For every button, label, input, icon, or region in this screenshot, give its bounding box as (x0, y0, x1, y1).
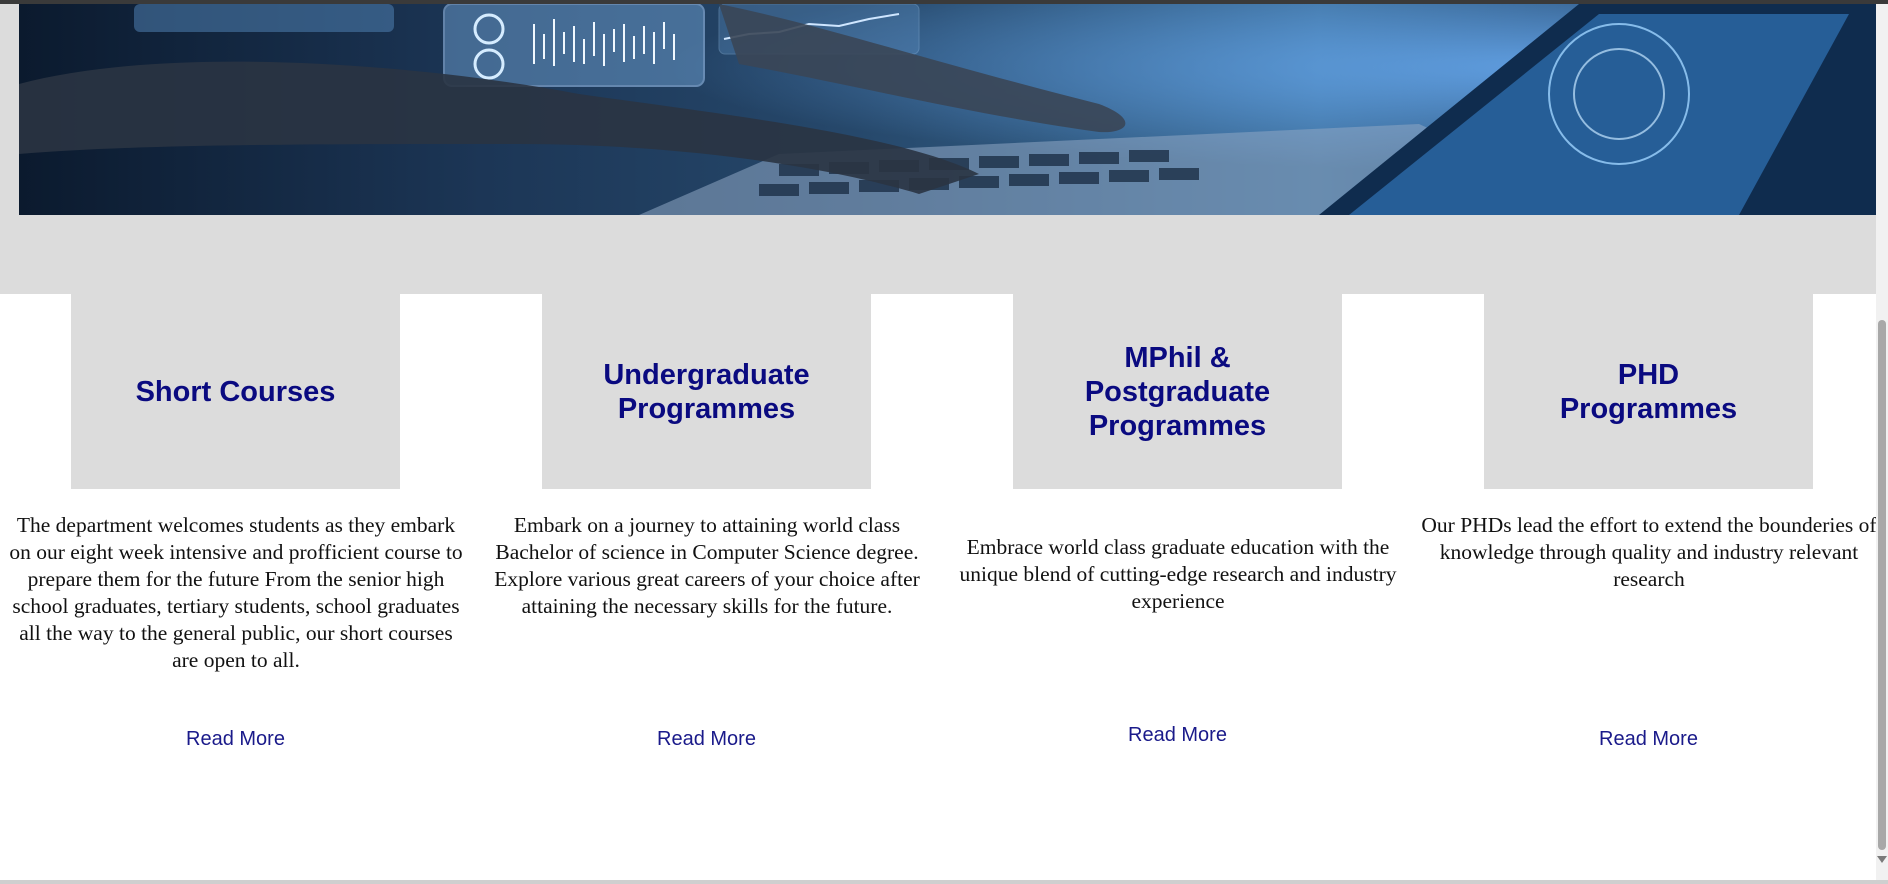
scrollbar-thumb[interactable] (1878, 320, 1886, 850)
read-more-link[interactable]: Read More (0, 728, 471, 751)
hero-illustration (19, 4, 1876, 215)
card-short-courses: Short Courses The department welcomes st… (0, 294, 471, 880)
card-title: Undergraduate Programmes (603, 358, 810, 425)
programmes-section: Short Courses The department welcomes st… (0, 294, 1888, 880)
card-mphil-postgraduate: MPhil & Postgraduate Programmes Embrace … (942, 294, 1413, 880)
card-description: Our PHDs lead the effort to extend the b… (1421, 513, 1877, 591)
card-title: PHD Programmes (1559, 358, 1738, 425)
read-more-link[interactable]: Read More (471, 728, 942, 751)
card-title: Short Courses (135, 375, 336, 408)
hero-section (0, 4, 1876, 294)
read-more-link[interactable]: Read More (942, 724, 1413, 747)
card-header: PHD Programmes (1484, 294, 1813, 489)
laptop-typing-hero-image (19, 4, 1876, 215)
card-header: MPhil & Postgraduate Programmes (1013, 294, 1342, 489)
horizontal-scrollbar[interactable] (0, 880, 1888, 884)
card-undergraduate: Undergraduate Programmes Embark on a jou… (471, 294, 942, 880)
card-title: MPhil & Postgraduate Programmes (1084, 341, 1271, 442)
card-phd: PHD Programmes Our PHDs lead the effort … (1413, 294, 1884, 880)
page-viewport: Short Courses The department welcomes st… (0, 4, 1877, 880)
card-header: Short Courses (71, 294, 400, 489)
card-description: Embrace world class graduate education w… (959, 535, 1397, 613)
card-header: Undergraduate Programmes (542, 294, 871, 489)
read-more-link[interactable]: Read More (1413, 728, 1884, 751)
scroll-down-arrow-icon[interactable] (1877, 856, 1887, 863)
card-description: Embark on a journey to attaining world c… (494, 513, 920, 618)
card-description: The department welcomes students as they… (9, 513, 463, 672)
vertical-scrollbar[interactable] (1876, 4, 1888, 880)
